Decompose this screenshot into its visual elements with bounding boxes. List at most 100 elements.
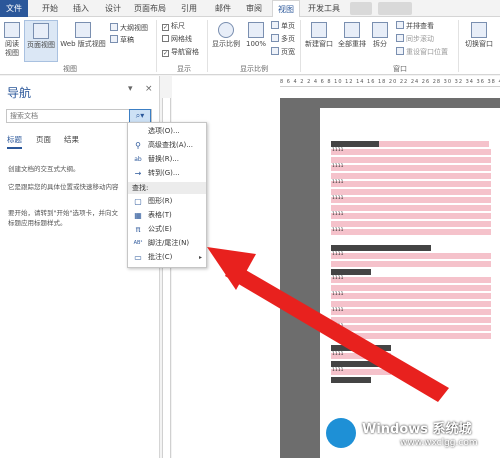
web-layout-icon [75, 22, 91, 38]
web-layout-label: Web 版式视图 [60, 40, 106, 48]
sync-scroll-button[interactable]: 同步滚动 [396, 34, 434, 44]
split-button[interactable]: 拆分 [369, 22, 391, 49]
magnifier-icon [218, 22, 234, 38]
ruler-checkbox[interactable]: ✓ 标尺 [162, 21, 185, 31]
tab-results[interactable]: 结果 [64, 134, 79, 145]
tab-pages[interactable]: 页面 [36, 134, 51, 145]
menu-item-label: 图形(R) [148, 197, 173, 205]
text-line-label: 1111 [332, 324, 344, 329]
tab-developer[interactable]: 开发工具 [305, 0, 343, 17]
zoom-100-button[interactable]: 100% [243, 22, 269, 49]
menu-item-comments[interactable]: ▭ 批注(C) ▸ [128, 251, 206, 264]
text-line-label: 1111 [332, 228, 344, 233]
gridlines-checkbox[interactable]: 网格线 [162, 34, 192, 44]
checkbox-unchecked-icon [162, 35, 169, 42]
group-separator [156, 20, 157, 72]
text-line [331, 141, 379, 147]
nav-help-text: 标题应用标题样式。 [8, 219, 67, 227]
tab-insert[interactable]: 插入 [68, 0, 94, 17]
text-line [331, 377, 371, 383]
draft-label: 草稿 [120, 36, 134, 44]
multi-page-button[interactable]: 多页 [271, 34, 295, 44]
arrow-right-icon: → [134, 169, 142, 178]
replace-icon: ab [134, 156, 142, 163]
draft-button[interactable]: 草稿 [110, 35, 134, 45]
read-mode-button[interactable]: 阅读 视图 [2, 22, 22, 58]
arrange-all-button[interactable]: 全部重排 [336, 22, 368, 49]
table-icon: ▦ [134, 211, 142, 220]
tab-view[interactable]: 视图 [272, 0, 300, 17]
multi-page-label: 多页 [281, 35, 295, 43]
ruler-label: 标尺 [171, 22, 185, 30]
text-line-label: 1111 [332, 196, 344, 201]
tab-home[interactable]: 开始 [37, 0, 63, 17]
text-line [331, 269, 371, 275]
menu-item-advanced-find[interactable]: ⚲ 高级查找(A)... [128, 139, 206, 152]
tab-review[interactable]: 审阅 [241, 0, 267, 17]
menu-item-label: 高级查找(A)... [148, 141, 193, 149]
highlighted-text-line [331, 301, 491, 307]
highlighted-text-line [331, 205, 491, 211]
tab-layout[interactable]: 页面布局 [131, 0, 169, 17]
close-icon[interactable]: × [145, 84, 153, 94]
one-page-button[interactable]: 单页 [271, 21, 295, 31]
blurred-tab [350, 2, 372, 15]
watermark: Windows 系统城 www.wxclgg.com [320, 412, 500, 458]
outline-button[interactable]: 大纲视图 [110, 23, 148, 33]
menu-item-graphics[interactable]: ▢ 图形(R) [128, 195, 206, 208]
group-separator [207, 20, 208, 72]
checkbox-checked-icon: ✓ [162, 24, 169, 31]
nav-pane-label: 导航窗格 [171, 48, 199, 56]
text-line-label: 1111 [332, 368, 344, 373]
new-window-button[interactable]: 新建窗口 [303, 22, 335, 49]
tab-references[interactable]: 引用 [176, 0, 202, 17]
highlighted-text-line: 1111 [331, 308, 491, 315]
highlighted-text-line [331, 221, 491, 227]
page-width-button[interactable]: 页宽 [271, 47, 295, 57]
menu-item-options[interactable]: 选项(O)... [128, 125, 206, 138]
text-line-label: 1111 [332, 252, 344, 257]
pane-options-icon[interactable]: ▾ [128, 84, 133, 94]
ribbon: 阅读 视图 页面视图 Web 版式视图 大纲视图 草稿 视图 ✓ 标尺 网格线 ✓… [0, 17, 500, 75]
chevron-down-icon: ▾ [140, 111, 145, 120]
menu-item-label: 公式(E) [148, 225, 172, 233]
highlighted-text-line [331, 173, 491, 179]
tab-file[interactable]: 文件 [0, 0, 28, 17]
sync-scroll-label: 同步滚动 [406, 35, 434, 43]
horizontal-ruler[interactable]: 8 6 4 2 2 4 6 8 10 12 14 16 18 20 22 24 … [280, 77, 500, 87]
tab-mailings[interactable]: 邮件 [210, 0, 236, 17]
arrange-all-label: 全部重排 [338, 40, 366, 48]
tab-headings[interactable]: 标题 [7, 134, 22, 149]
highlighted-text-line: 1111 [331, 276, 491, 283]
menu-item-replace[interactable]: ab 替换(R)... [128, 153, 206, 166]
web-layout-button[interactable]: Web 版式视图 [58, 22, 108, 49]
window-group-label: 窗口 [393, 65, 407, 73]
highlighted-text-line [331, 285, 491, 291]
reset-position-button[interactable]: 重设窗口位置 [396, 47, 448, 57]
reset-position-icon [396, 47, 404, 55]
menu-item-tables[interactable]: ▦ 表格(T) [128, 209, 206, 222]
search-options-button[interactable]: ⌕▾ [129, 109, 151, 123]
zoom-group-label: 显示比例 [240, 65, 268, 73]
menu-item-equations[interactable]: π 公式(E) [128, 223, 206, 236]
find-section-header: 查找: [128, 182, 206, 194]
side-by-side-button[interactable]: 并排查看 [396, 21, 434, 31]
text-line [331, 361, 391, 367]
zoom-button[interactable]: 显示比例 [210, 22, 242, 49]
group-separator [458, 20, 459, 72]
menu-item-footnotes[interactable]: AB¹ 脚注/尾注(N) [128, 237, 206, 250]
switch-windows-button[interactable]: 切换窗口 [461, 22, 497, 49]
print-layout-icon [33, 23, 49, 39]
blurred-tab [378, 2, 412, 15]
highlighted-text-line: 1111 [331, 196, 491, 203]
nav-pane-checkbox[interactable]: ✓ 导航窗格 [162, 47, 199, 57]
highlighted-text-line: 1111 [331, 164, 491, 171]
watermark-url: www.wxclgg.com [400, 438, 478, 448]
page-width-icon [271, 47, 279, 55]
nav-search-input[interactable] [7, 110, 125, 122]
print-layout-button[interactable]: 页面视图 [24, 20, 58, 62]
tab-design[interactable]: 设计 [100, 0, 126, 17]
menu-item-goto[interactable]: → 转到(G)... [128, 167, 206, 180]
zoom-label: 显示比例 [212, 40, 240, 48]
read-mode-label: 阅读 视图 [5, 40, 19, 57]
